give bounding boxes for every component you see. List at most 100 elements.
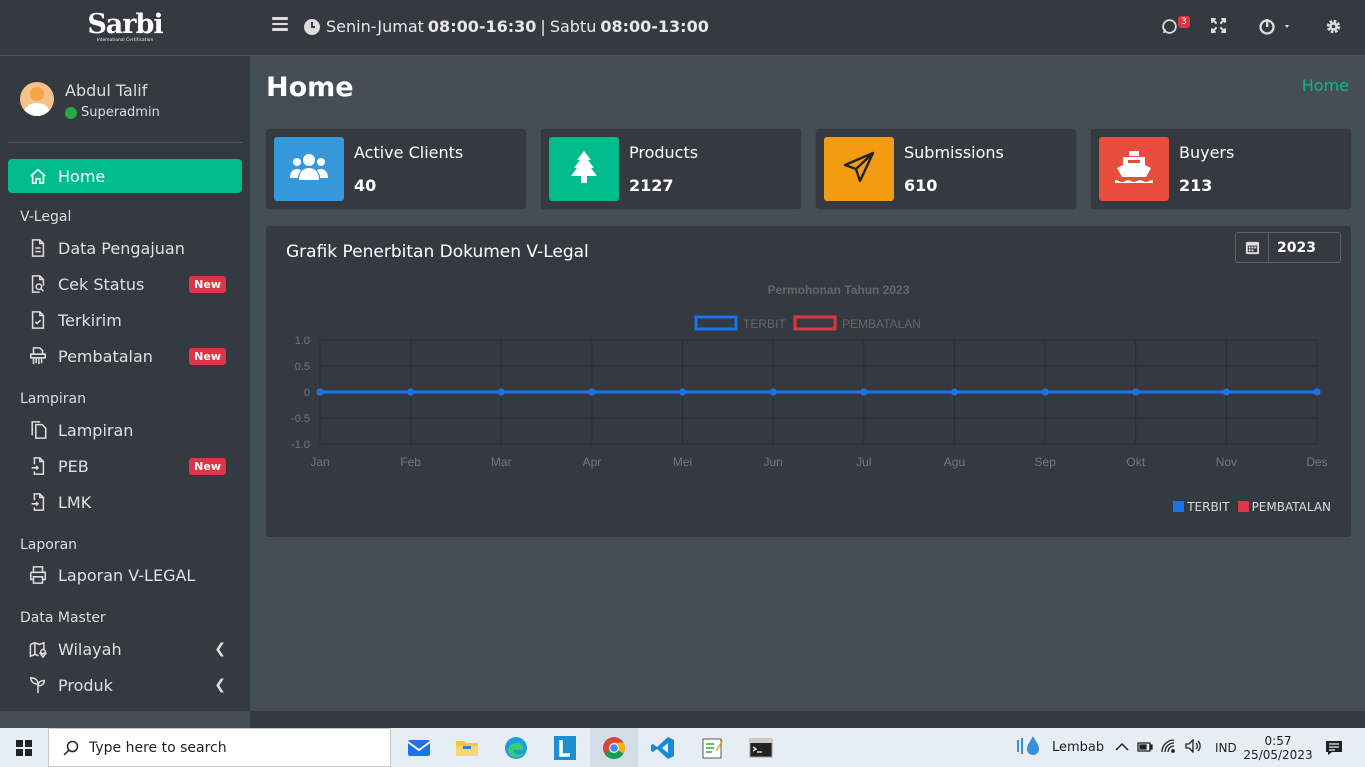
hours-separator: | [540, 17, 546, 36]
x-tick-label: Jan [310, 455, 329, 469]
sidebar-item-label: Wilayah [58, 639, 122, 659]
sidebar-item-label: Pembatalan [58, 346, 153, 366]
sidebar-item-wilayah[interactable]: Wilayah ❮ [8, 632, 242, 666]
taskbar-time: 0:57 [1264, 733, 1292, 748]
editor-app-icon[interactable] [688, 728, 736, 767]
seedling-icon [28, 675, 48, 695]
search-icon [63, 740, 79, 760]
user-role: Superadmin [65, 105, 160, 120]
data-point [588, 388, 596, 396]
legend-swatch-1 [793, 315, 837, 331]
speaker-icon[interactable] [1185, 738, 1203, 756]
legend-item-pembatalan[interactable]: PEMBATALAN [1237, 500, 1331, 514]
stat-icon-box [1099, 137, 1169, 201]
sidebar-item-terkirim[interactable]: Terkirim [8, 303, 242, 337]
l-app-icon[interactable] [541, 728, 589, 767]
x-tick-label: Des [1306, 455, 1327, 469]
whatsapp-badge: 3 [1178, 16, 1190, 28]
y-tick-label: -0.5 [291, 413, 310, 425]
avatar [20, 82, 54, 116]
legend-label: TERBIT [1187, 500, 1230, 514]
sidebar-item-laporan-vlegal[interactable]: Laporan V-LEGAL [8, 558, 242, 592]
printer-icon [28, 565, 48, 585]
page-title: Home [266, 72, 354, 103]
windows-start-icon[interactable] [16, 740, 32, 756]
weather-widget[interactable]: Lembab [1016, 728, 1104, 767]
sidebar-header-master: Data Master [20, 610, 106, 626]
user-role-label: Superadmin [81, 105, 160, 120]
sidebar-item-label: Produk [58, 675, 113, 695]
notification-icon[interactable] [1325, 728, 1343, 767]
data-point [1222, 388, 1230, 396]
sidebar-header-laporan: Laporan [20, 537, 78, 553]
sidebar-item-lampiran[interactable]: Lampiran [8, 413, 242, 447]
sidebar-header-lampiran: Lampiran [20, 391, 87, 407]
sidebar-item-lmk[interactable]: LMK [8, 485, 242, 519]
tree-icon [571, 150, 597, 188]
stat-card-submissions[interactable]: Submissions 610 [816, 129, 1076, 209]
sidebar-item-label: Home [58, 166, 106, 186]
sidebar-item-data-pengajuan[interactable]: Data Pengajuan [8, 231, 242, 265]
weather-label: Lembab [1052, 740, 1105, 755]
sidebar-item-cek-status[interactable]: Cek Status New [8, 267, 242, 301]
x-tick-label: Nov [1216, 455, 1237, 469]
legend-label-1: PEMBATALAN [842, 317, 921, 331]
y-tick-label: 0 [304, 387, 310, 399]
stat-card-active-clients[interactable]: Active Clients 40 [266, 129, 526, 209]
clock-icon [304, 18, 320, 35]
water-drop-icon [1016, 735, 1042, 760]
stat-card-buyers[interactable]: Buyers 213 [1091, 129, 1351, 209]
data-point [316, 388, 324, 396]
stat-icon-box [549, 137, 619, 201]
legend-swatch-0 [694, 315, 738, 331]
data-point [769, 388, 777, 396]
user-panel[interactable]: Abdul Talif Superadmin [8, 70, 242, 143]
edge-browser-icon[interactable] [492, 728, 540, 767]
data-point [679, 388, 687, 396]
terminal-icon[interactable] [737, 728, 785, 767]
x-tick-label: Feb [400, 455, 421, 469]
wifi-icon[interactable] [1161, 739, 1177, 756]
language-indicator[interactable]: IND [1215, 741, 1237, 755]
chart-panel-title: Grafik Penerbitan Dokumen V-Legal [286, 242, 589, 262]
battery-icon[interactable] [1137, 741, 1153, 755]
file-search-icon [28, 274, 48, 294]
stat-card-products[interactable]: Products 2127 [541, 129, 801, 209]
sidebar-item-label: Lampiran [58, 420, 134, 440]
menu-toggle-icon[interactable] [272, 17, 288, 31]
sidebar-item-pembatalan[interactable]: Pembatalan New [8, 339, 242, 373]
shredder-icon [28, 346, 48, 366]
data-point [497, 388, 505, 396]
system-tray: IND [1115, 728, 1237, 767]
y-tick-label: 1.0 [295, 335, 310, 347]
file-import-icon [28, 492, 48, 512]
breadcrumb[interactable]: Home [1302, 76, 1349, 95]
gear-icon[interactable] [1325, 18, 1342, 39]
paper-plane-icon [843, 151, 875, 187]
whatsapp-icon[interactable] [1161, 18, 1178, 39]
taskbar-clock[interactable]: 0:57 25/05/2023 [1243, 728, 1312, 767]
sidebar-item-peb[interactable]: PEB New [8, 449, 242, 483]
new-badge: New [189, 457, 226, 475]
y-tick-label: 0.5 [295, 361, 310, 373]
sidebar: Abdul Talif Superadmin Home V-Legal Data… [0, 56, 250, 711]
brand-logo[interactable]: Sarbi International Certification [0, 0, 250, 56]
chrome-browser-icon[interactable] [590, 728, 638, 767]
fullscreen-icon[interactable] [1210, 17, 1227, 37]
copy-icon [28, 420, 48, 440]
mail-app-icon[interactable] [395, 728, 443, 767]
hours-time2: 08:00-13:00 [600, 17, 709, 36]
year-select[interactable]: 2023 [1235, 232, 1341, 263]
stat-label: Buyers [1179, 143, 1235, 162]
new-badge: New [189, 347, 226, 365]
stat-value: 40 [354, 176, 377, 195]
vscode-icon[interactable] [639, 728, 687, 767]
taskbar-search-box[interactable]: Type here to search [48, 728, 391, 767]
sidebar-item-produk[interactable]: Produk ❮ [8, 668, 242, 702]
legend-item-terbit[interactable]: TERBIT [1173, 500, 1230, 514]
power-icon[interactable] [1259, 18, 1289, 39]
file-explorer-icon[interactable] [443, 728, 491, 767]
sidebar-item-home[interactable]: Home [8, 159, 242, 193]
year-select-value: 2023 [1277, 239, 1316, 256]
chevron-up-icon[interactable] [1115, 741, 1129, 755]
